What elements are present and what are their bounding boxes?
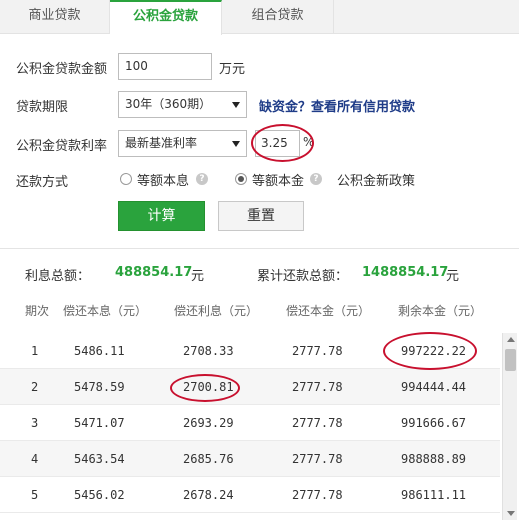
cell-interest: 2693.29 <box>183 416 234 430</box>
cell-principal: 2777.78 <box>292 380 343 394</box>
column-header-period: 期次 <box>25 304 50 318</box>
method-option-equal-installment[interactable]: 等额本息 <box>137 170 189 189</box>
scroll-up-icon[interactable] <box>507 337 515 342</box>
cell-period: 4 <box>31 452 39 466</box>
rate-input[interactable]: 3.25 <box>255 130 300 157</box>
cell-payment: 5486.11 <box>74 344 125 358</box>
column-header-principal: 偿还本金（元） <box>286 304 371 318</box>
cell-remaining: 997222.22 <box>401 344 467 358</box>
cell-principal: 2777.78 <box>292 416 343 430</box>
cell-remaining: 994444.44 <box>401 380 467 394</box>
amount-label: 公积金贷款金额 <box>16 62 108 77</box>
cell-period: 5 <box>31 488 39 502</box>
cell-payment: 5463.54 <box>74 452 125 466</box>
repayment-total-label: 累计还款总额： <box>257 269 349 284</box>
method-label: 还款方式 <box>16 175 69 190</box>
cell-remaining: 988888.89 <box>401 452 467 466</box>
cell-principal: 2777.78 <box>292 488 343 502</box>
column-header-payment: 偿还本息（元） <box>63 304 148 318</box>
cell-principal: 2777.78 <box>292 452 343 466</box>
table-scrollbar[interactable] <box>502 333 517 520</box>
rate-select-value: 最新基准利率 <box>125 136 198 150</box>
interest-total-value: 488854.17 <box>115 265 193 280</box>
calculate-button[interactable]: 计算 <box>118 201 205 231</box>
cell-payment: 5478.59 <box>74 380 125 394</box>
table-row: 4 5463.54 2685.76 2777.78 988888.89 <box>0 441 500 477</box>
reset-button[interactable]: 重置 <box>218 201 304 231</box>
method-radio-equal-installment[interactable] <box>120 173 132 185</box>
column-header-interest: 偿还利息（元） <box>174 304 259 318</box>
table-row: 5 5456.02 2678.24 2777.78 986111.11 <box>0 477 500 513</box>
cell-remaining: 991666.67 <box>401 416 467 430</box>
cell-interest: 2700.81 <box>183 380 234 394</box>
cell-remaining: 986111.11 <box>401 488 467 502</box>
question-icon[interactable]: ? <box>310 173 322 185</box>
question-icon[interactable]: ? <box>196 173 208 185</box>
chevron-down-icon <box>232 140 240 147</box>
table-row: 3 5471.07 2693.29 2777.78 991666.67 <box>0 405 500 441</box>
repayment-total-unit: 元 <box>446 269 460 284</box>
policy-link[interactable]: 公积金新政策 <box>337 170 415 189</box>
cell-principal: 2777.78 <box>292 344 343 358</box>
rate-select[interactable]: 最新基准利率 <box>118 130 247 157</box>
interest-total-unit: 元 <box>191 269 205 284</box>
column-header-remaining: 剩余本金（元） <box>398 304 483 318</box>
scroll-down-icon[interactable] <box>507 511 515 516</box>
tab-combined-loan[interactable]: 组合贷款 <box>222 0 334 34</box>
cell-interest: 2708.33 <box>183 344 234 358</box>
method-radio-equal-principal[interactable] <box>235 173 247 185</box>
amount-unit: 万元 <box>219 62 246 77</box>
tab-provident-fund-loan[interactable]: 公积金贷款 <box>110 0 222 35</box>
tab-bar: 商业贷款 公积金贷款 组合贷款 <box>0 0 519 35</box>
cell-payment: 5456.02 <box>74 488 125 502</box>
cell-period: 1 <box>31 344 39 358</box>
table-header: 期次 偿还本息（元） 偿还利息（元） 偿还本金（元） 剩余本金（元） <box>0 298 500 324</box>
scrollbar-thumb[interactable] <box>505 349 516 371</box>
rate-unit: % <box>303 135 315 149</box>
term-select[interactable]: 30年（360期） <box>118 91 247 118</box>
rate-label: 公积金贷款利率 <box>16 139 108 154</box>
chevron-down-icon <box>232 101 240 108</box>
amount-input[interactable]: 100 <box>118 53 212 80</box>
cell-interest: 2678.24 <box>183 488 234 502</box>
term-select-value: 30年（360期） <box>125 97 212 111</box>
cell-period: 2 <box>31 380 39 394</box>
cell-period: 3 <box>31 416 39 430</box>
term-label: 贷款期限 <box>16 100 69 115</box>
divider <box>0 248 519 249</box>
table-row: 2 5478.59 2700.81 2777.78 994444.44 <box>0 369 500 405</box>
interest-total-label: 利息总额： <box>25 269 91 284</box>
cell-interest: 2685.76 <box>183 452 234 466</box>
table-row: 1 5486.11 2708.33 2777.78 997222.22 <box>0 333 500 369</box>
credit-loan-link[interactable]: 缺资金？查看所有信用贷款 <box>259 96 415 115</box>
cell-payment: 5471.07 <box>74 416 125 430</box>
repayment-total-value: 1488854.17 <box>362 265 449 280</box>
tab-commercial-loan[interactable]: 商业贷款 <box>0 0 110 34</box>
method-option-equal-principal[interactable]: 等额本金 <box>252 170 304 189</box>
